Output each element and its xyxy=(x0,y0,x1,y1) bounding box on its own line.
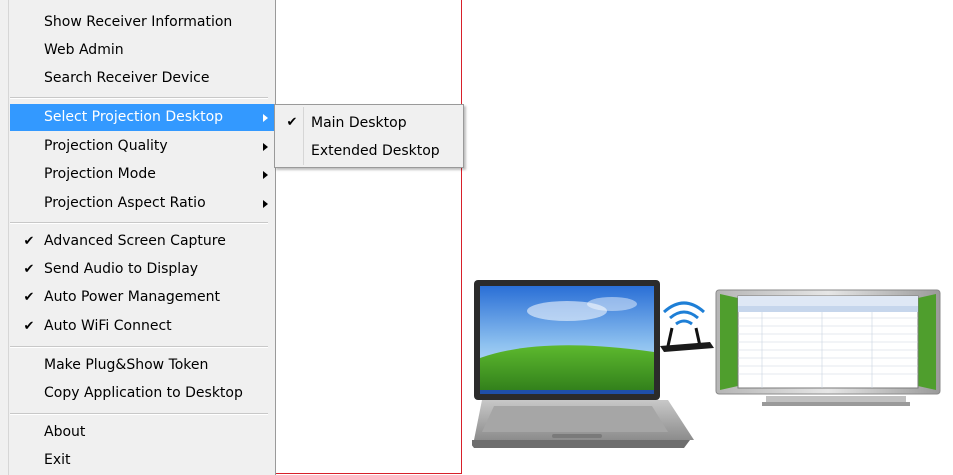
projection-illustration xyxy=(472,280,941,448)
menu-item-label: Projection Mode xyxy=(44,166,156,182)
menu-item-send-audio-to-display[interactable]: ✔ Send Audio to Display xyxy=(10,256,274,283)
menu-separator xyxy=(10,346,268,348)
menu-item-make-plug-show-token[interactable]: Make Plug&Show Token xyxy=(10,352,274,379)
menu-item-label: Copy Application to Desktop xyxy=(44,385,243,401)
menu-item-label: Send Audio to Display xyxy=(44,261,199,277)
menu-item-label: Make Plug&Show Token xyxy=(44,357,209,373)
menu-separator xyxy=(10,222,268,224)
menu-item-auto-wifi-connect[interactable]: ✔ Auto WiFi Connect xyxy=(10,313,274,340)
submenu-item-label: Main Desktop xyxy=(311,115,407,131)
menu-item-label: Search Receiver Device xyxy=(44,70,210,86)
menu-item-label: Auto Power Management xyxy=(44,289,220,305)
wifi-router-icon xyxy=(660,301,714,352)
menu-item-label: About xyxy=(44,424,86,440)
submenu-projection-desktop: ✔ Main Desktop Extended Desktop xyxy=(274,104,464,168)
submenu-arrow-icon xyxy=(263,171,268,179)
menu-item-label: Select Projection Desktop xyxy=(44,109,224,125)
submenu-item-main-desktop[interactable]: ✔ Main Desktop xyxy=(277,109,461,137)
laptop-icon xyxy=(472,280,694,448)
menu-item-projection-quality[interactable]: Projection Quality xyxy=(10,133,274,160)
menu-item-label: Advanced Screen Capture xyxy=(44,233,226,249)
menu-item-web-admin[interactable]: Web Admin xyxy=(10,37,274,64)
menu-item-search-receiver-device[interactable]: Search Receiver Device xyxy=(10,65,274,92)
menu-separator xyxy=(10,413,268,415)
menu-item-advanced-screen-capture[interactable]: ✔ Advanced Screen Capture xyxy=(10,228,274,255)
menu-item-label: Auto WiFi Connect xyxy=(44,318,172,334)
submenu-arrow-icon xyxy=(263,114,268,122)
submenu-arrow-icon xyxy=(263,200,268,208)
submenu-arrow-icon xyxy=(263,143,268,151)
check-icon: ✔ xyxy=(23,234,35,249)
check-icon: ✔ xyxy=(23,319,35,334)
menu-gutter xyxy=(8,0,9,475)
menu-item-about[interactable]: About xyxy=(10,419,274,446)
menu-item-select-projection-desktop[interactable]: Select Projection Desktop xyxy=(10,104,274,131)
menu-item-projection-mode[interactable]: Projection Mode xyxy=(10,161,274,188)
menu-item-show-receiver-information[interactable]: Show Receiver Information xyxy=(10,9,274,36)
menu-item-label: Exit xyxy=(44,452,71,468)
menu-item-exit[interactable]: Exit xyxy=(10,447,274,474)
context-menu: Show Receiver Information Web Admin Sear… xyxy=(0,0,276,475)
menu-item-label: Web Admin xyxy=(44,42,124,58)
check-icon: ✔ xyxy=(23,290,35,305)
submenu-item-label: Extended Desktop xyxy=(311,143,440,159)
submenu-item-extended-desktop[interactable]: Extended Desktop xyxy=(277,137,461,165)
menu-separator xyxy=(10,97,268,99)
menu-item-projection-aspect-ratio[interactable]: Projection Aspect Ratio xyxy=(10,190,274,217)
menu-item-label: Projection Aspect Ratio xyxy=(44,195,206,211)
check-icon: ✔ xyxy=(286,115,298,130)
display-monitor-icon xyxy=(715,289,941,406)
menu-item-auto-power-management[interactable]: ✔ Auto Power Management xyxy=(10,284,274,311)
menu-item-label: Show Receiver Information xyxy=(44,14,233,30)
check-icon: ✔ xyxy=(23,262,35,277)
menu-item-copy-application-to-desktop[interactable]: Copy Application to Desktop xyxy=(10,380,274,407)
menu-item-label: Projection Quality xyxy=(44,138,168,154)
